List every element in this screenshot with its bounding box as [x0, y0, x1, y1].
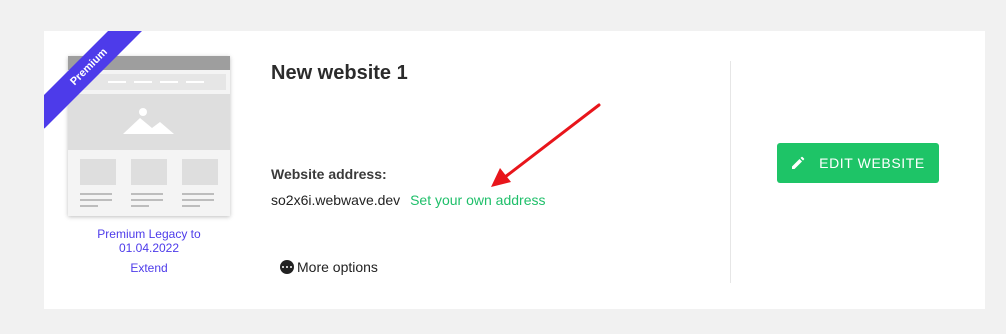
- pencil-icon: [791, 156, 805, 170]
- plan-expiry-text: Premium Legacy to 01.04.2022: [84, 227, 214, 255]
- plan-date: 01.04.2022: [118, 241, 180, 255]
- website-title: New website 1: [271, 62, 408, 84]
- edit-website-button[interactable]: EDIT WEBSITE: [777, 143, 939, 183]
- website-card: Premium Premium Legacy to 01.04.2022 Ext…: [44, 31, 985, 309]
- premium-badge: Premium: [44, 31, 144, 129]
- edit-website-label: EDIT WEBSITE: [819, 155, 925, 171]
- website-address: so2x6i.webwave.dev: [271, 192, 401, 208]
- extend-link[interactable]: Extend: [84, 261, 214, 275]
- vertical-divider: [730, 61, 731, 283]
- more-options-label: More options: [297, 259, 378, 275]
- plan-name: Premium Legacy to: [97, 227, 201, 241]
- more-horizontal-circle-icon: [280, 260, 294, 274]
- address-row: so2x6i.webwave.dev Set your own address: [271, 192, 545, 208]
- more-options-button[interactable]: More options: [280, 259, 378, 275]
- set-own-address-link[interactable]: Set your own address: [410, 192, 545, 208]
- address-label: Website address:: [271, 166, 387, 182]
- premium-ribbon: Premium: [44, 31, 144, 131]
- website-thumbnail-area: Premium Premium Legacy to 01.04.2022 Ext…: [44, 31, 244, 309]
